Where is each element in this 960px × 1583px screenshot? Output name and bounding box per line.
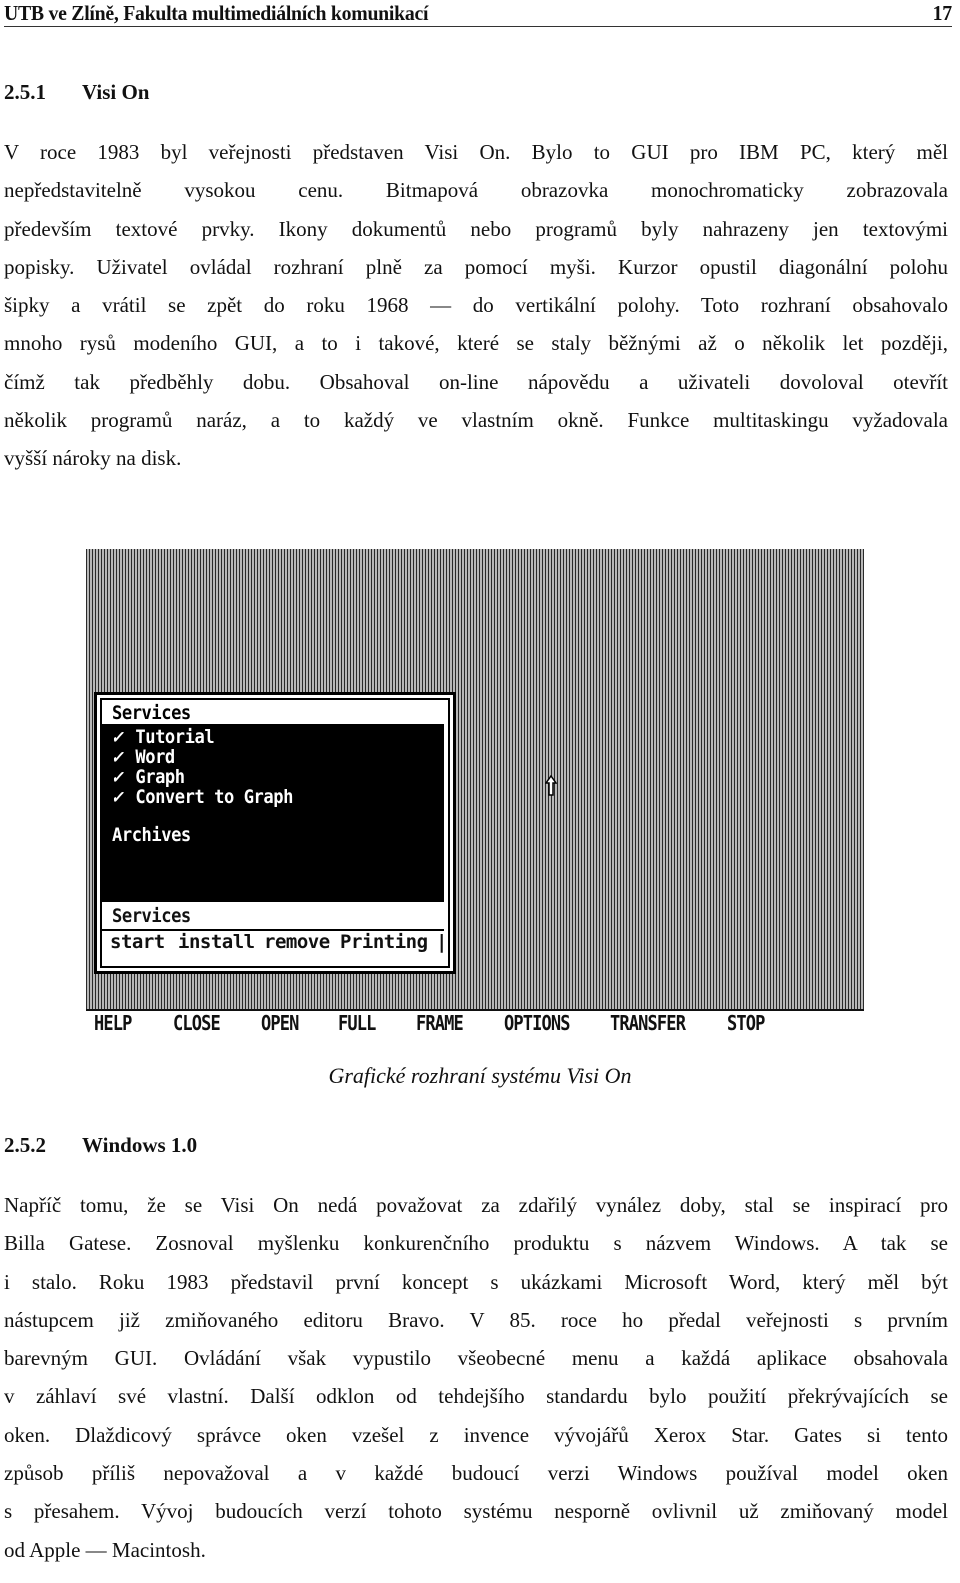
list-item-word: ✓ Word — [112, 746, 175, 768]
list-item-tutorial: ✓ Tutorial — [112, 726, 215, 748]
menu-help: HELP — [94, 1011, 132, 1035]
visi-on-screenshot: Services ✓ Tutorial ✓ Word ✓ Graph ✓ Convert… — [86, 549, 864, 1044]
section-heading-visi-on: 2.5.1 Visi On — [4, 80, 150, 105]
text-line: barevným GUI. Ovládání však vypustilo vš… — [4, 1346, 948, 1371]
list-item-convert-to-graph: ✓ Convert to Graph — [112, 786, 293, 808]
text-line: mnoho rysů modeního GUI, a to i takové, … — [4, 331, 948, 356]
page-header: UTB ve Zlíně, Fakulta multimediálních ko… — [4, 0, 952, 27]
section-title: Visi On — [82, 80, 150, 104]
text-line: nástupcem již zmiňovaného editoru Bravo.… — [4, 1307, 948, 1332]
text-line: šipky a vrátil se zpět do roku 1968 — do… — [4, 293, 948, 318]
window-content: ✓ Tutorial ✓ Word ✓ Graph ✓ Convert to Graph… — [102, 724, 444, 902]
text-line: oken. Dlaždicový správce oken vzešel z i… — [4, 1422, 948, 1447]
command-more: | — [436, 931, 447, 953]
text-line: čímž tak předběhly dobu. Obsahoval on-li… — [4, 369, 948, 394]
paragraph-windows: Napříč tomu, že se Visi On nedá považova… — [4, 1186, 948, 1569]
visi-on-menubar: HELP CLOSE OPEN FULL FRAME OPTIONS TRANS… — [86, 1011, 864, 1041]
text-line: i stalo. Roku 1983 představil první konc… — [4, 1269, 948, 1294]
text-line: několik programů naráz, a to každý ve vl… — [4, 408, 948, 433]
check-icon: ✓ — [112, 766, 122, 788]
figure-caption: Grafické rozhraní systému Visi On — [328, 1063, 632, 1088]
command-printing: Printing — [340, 931, 428, 953]
window-title: Services — [112, 702, 191, 724]
section-title: Windows 1.0 — [82, 1133, 198, 1157]
desktop-background: Services ✓ Tutorial ✓ Word ✓ Graph ✓ Convert… — [86, 549, 864, 1011]
menu-options: OPTIONS — [504, 1011, 571, 1035]
command-install: install — [178, 931, 255, 953]
text-line: nepředstavitelně vysokou cenu. Bitmapová… — [4, 178, 948, 203]
text-line: především textové prvky. Ikony dokumentů… — [4, 216, 948, 241]
window-command-bar: start install remove Printing | — [102, 929, 447, 961]
check-icon: ✓ — [112, 726, 122, 748]
menu-stop: STOP — [727, 1011, 765, 1035]
paragraph-visi-on: V roce 1983 byl veřejnosti představen Vi… — [4, 133, 948, 478]
list-item-graph: ✓ Graph — [112, 766, 185, 788]
menu-open: OPEN — [261, 1011, 299, 1035]
menu-transfer: TRANSFER — [610, 1011, 686, 1035]
up-arrow-cursor-icon — [545, 775, 557, 796]
archives-label: Archives — [112, 824, 191, 846]
menu-close: CLOSE — [173, 1011, 221, 1035]
text-line: Billa Gatese. Zosnoval myšlenku konkuren… — [4, 1231, 948, 1256]
text-line: Napříč tomu, že se Visi On nedá považova… — [4, 1193, 948, 1217]
document-title: UTB ve Zlíně, Fakulta multimediálních ko… — [4, 1, 429, 25]
menu-frame: FRAME — [416, 1011, 464, 1035]
menu-full: FULL — [338, 1011, 376, 1035]
section-number: 2.5.2 — [4, 1133, 46, 1157]
page-number: 17 — [932, 1, 953, 25]
section-number: 2.5.1 — [4, 80, 46, 104]
window-status: Services — [112, 905, 191, 927]
text-line: v záhlaví své vlastní. Další odklon od t… — [4, 1384, 948, 1409]
command-remove: remove — [264, 931, 330, 953]
services-window: Services ✓ Tutorial ✓ Word ✓ Graph ✓ Convert… — [94, 692, 456, 974]
text-line: s přesahem. Vývoj budoucích verzí tohoto… — [4, 1499, 948, 1524]
text-line: od Apple — Macintosh. — [4, 1537, 206, 1562]
text-line: V roce 1983 byl veřejnosti představen Vi… — [4, 140, 948, 164]
check-icon: ✓ — [112, 786, 122, 808]
text-line: způsob příliš nepovažoval a v každé budo… — [4, 1461, 948, 1486]
text-line: vyšší nároky na disk. — [4, 446, 182, 471]
section-heading-windows: 2.5.2 Windows 1.0 — [4, 1133, 197, 1158]
text-line: popisky. Uživatel ovládal rozhraní plně … — [4, 254, 948, 279]
command-start: start — [110, 931, 165, 953]
check-icon: ✓ — [112, 746, 122, 768]
